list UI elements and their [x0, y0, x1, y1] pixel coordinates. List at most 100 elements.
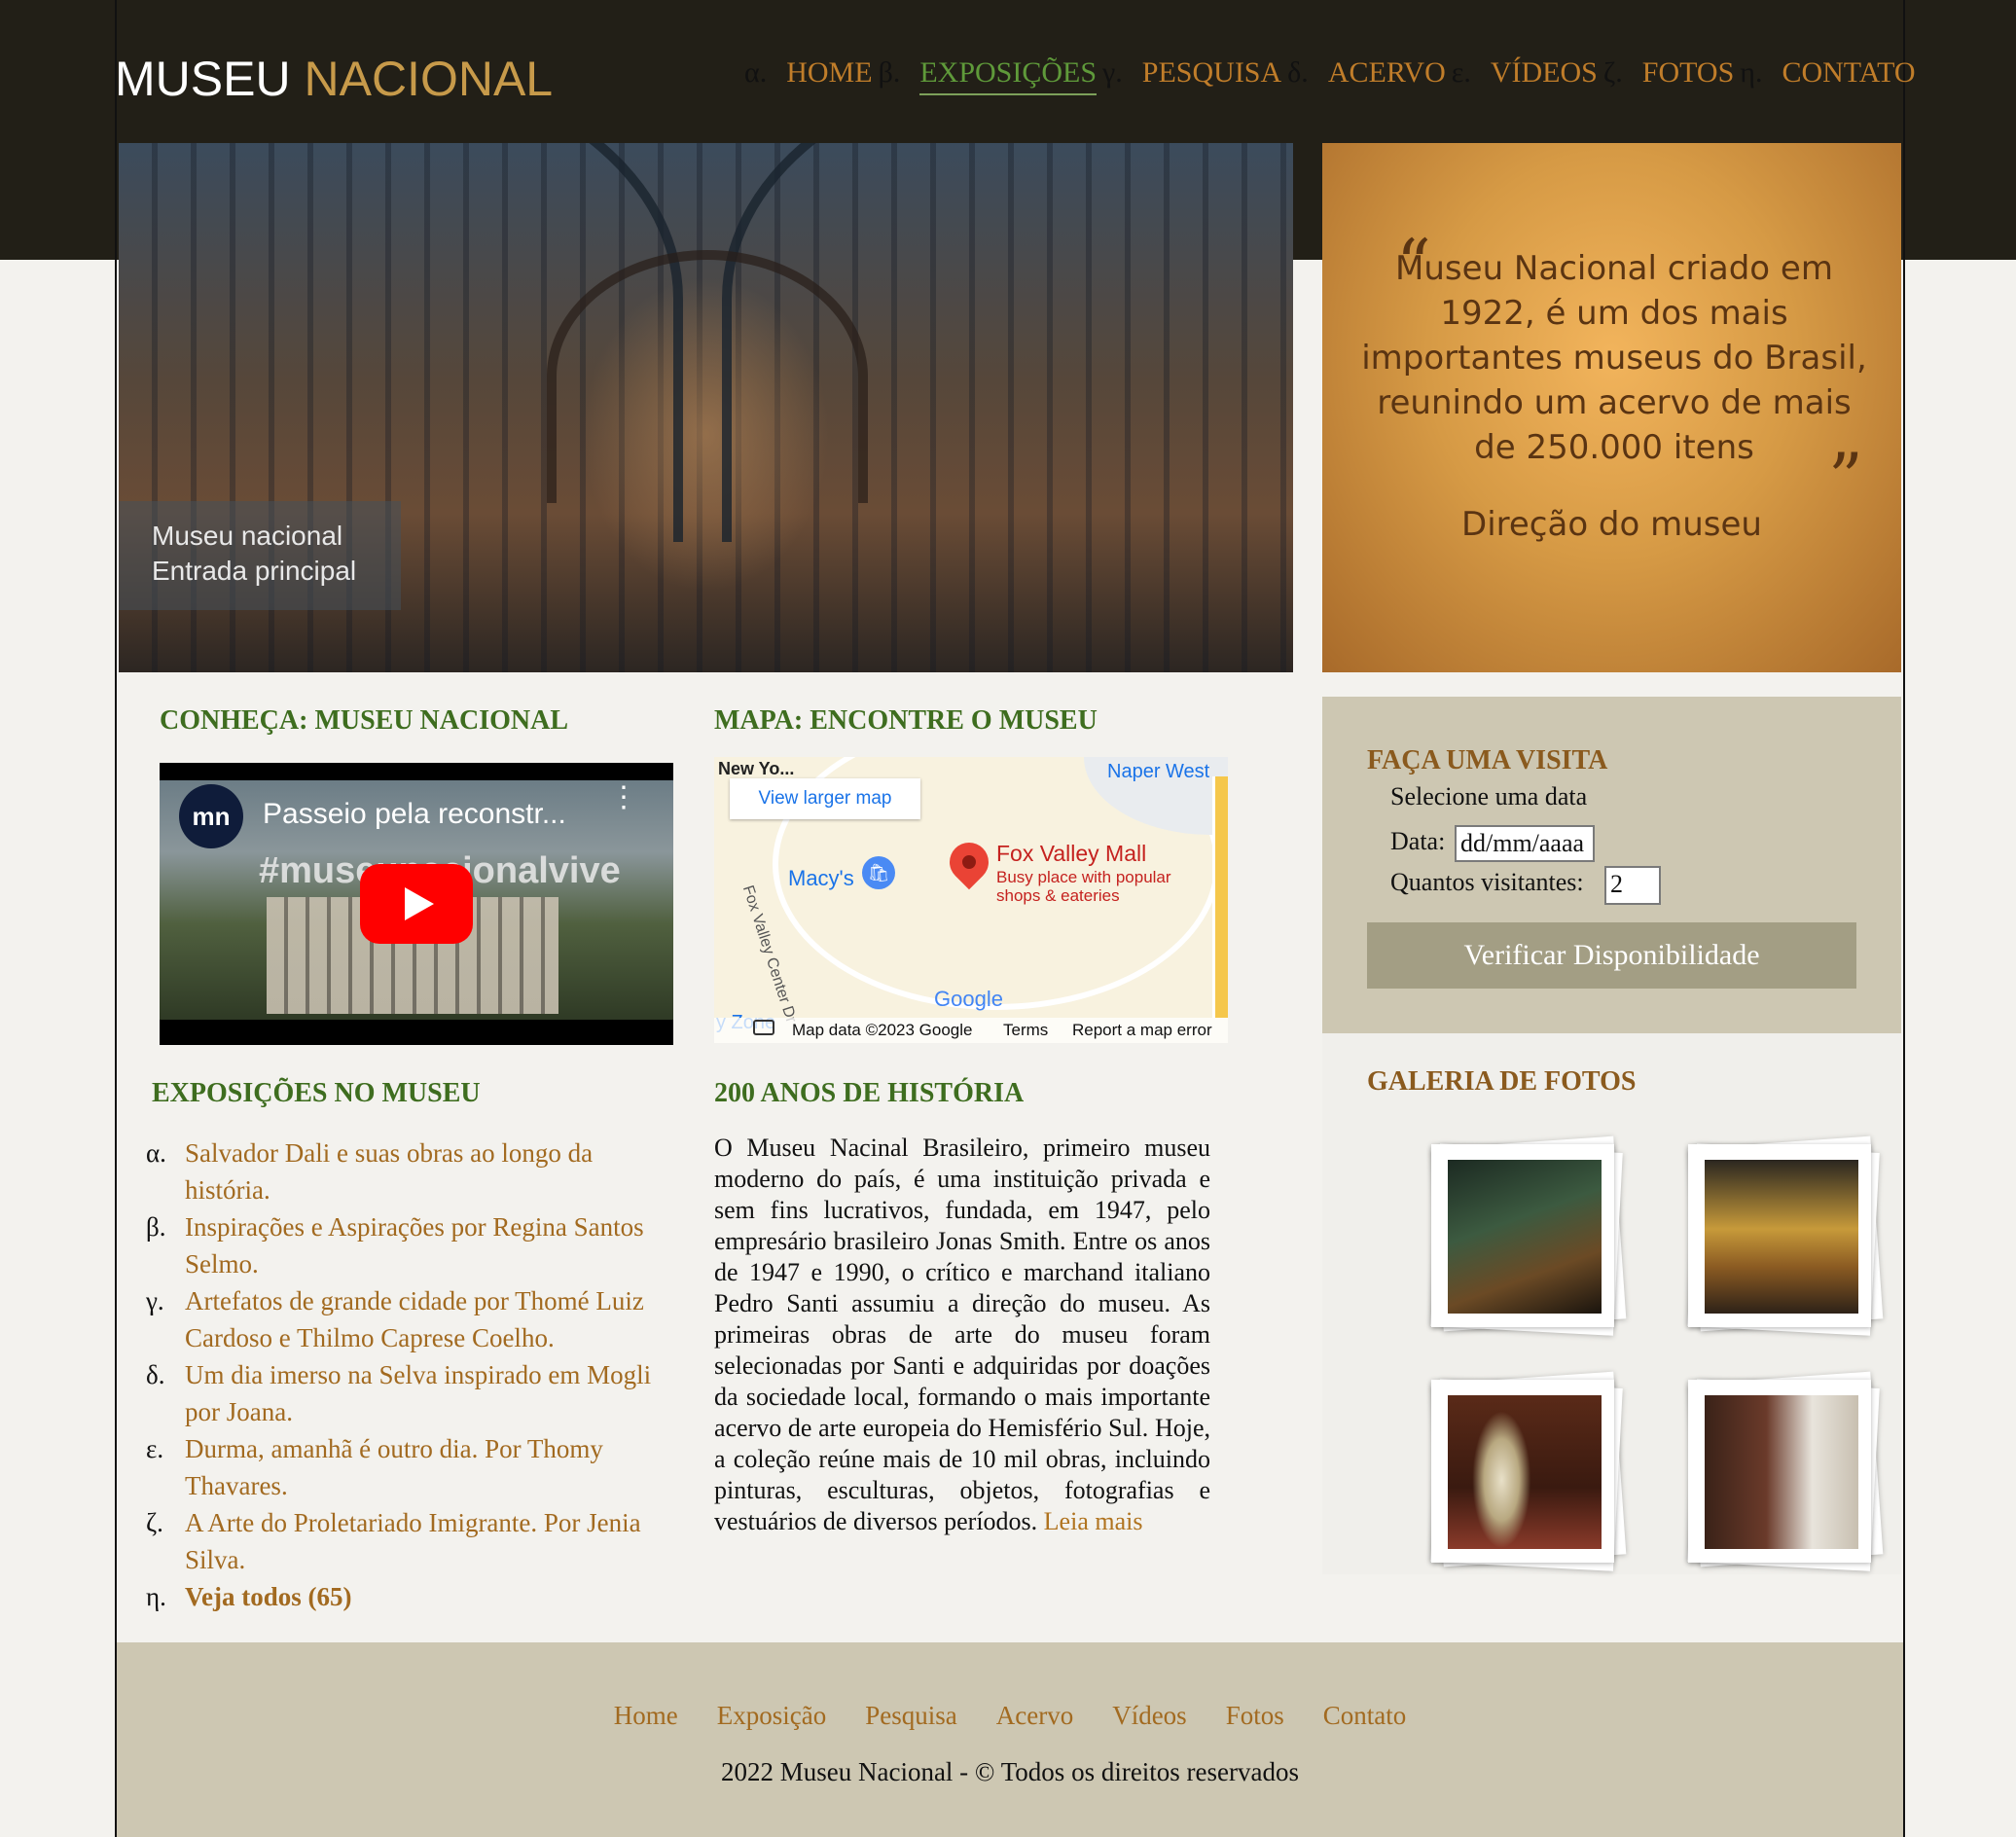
mapa-heading: MAPA: ENCONTRE O MUSEU	[714, 705, 1098, 736]
date-label: Data:	[1390, 827, 1446, 855]
main-nav: α. HOME β. EXPOSIÇÕES γ. PESQUISA δ. ACERVO …	[744, 56, 1922, 95]
nav-item-exposicoes[interactable]: β. EXPOSIÇÕES	[879, 56, 1102, 95]
channel-avatar[interactable]: mn	[179, 784, 243, 848]
quote-author: Direção do museu	[1461, 505, 1762, 544]
footer: Home Exposição Pesquisa Acervo Vídeos Fo…	[117, 1642, 1903, 1837]
map-report-link[interactable]: Report a map error	[1072, 1021, 1212, 1040]
nav-link-fotos[interactable]: FOTOS	[1642, 56, 1734, 90]
gallery-photo-1[interactable]	[1430, 1135, 1627, 1336]
visitors-label: Quantos visitantes:	[1390, 868, 1584, 896]
hero-caption-line2: Entrada principal	[152, 556, 357, 586]
list-marker: ζ.	[146, 1508, 163, 1537]
footer-link-pesquisa[interactable]: Pesquisa	[865, 1701, 957, 1731]
embedded-map[interactable]: New Yo... Naper West View larger map Mac…	[714, 757, 1228, 1043]
historia-text: O Museu Nacinal Brasileiro, primeiro mus…	[714, 1134, 1210, 1535]
footer-link-fotos[interactable]: Fotos	[1226, 1701, 1284, 1731]
photo-frame	[1431, 1380, 1614, 1563]
exposicao-link[interactable]: Artefatos de grande cidade por Thomé Lui…	[185, 1286, 644, 1352]
map-terms-link[interactable]: Terms	[1003, 1021, 1048, 1040]
map-place-name[interactable]: Fox Valley Mall	[996, 841, 1146, 867]
exposicao-link[interactable]: Salvador Dali e suas obras ao longo da h…	[185, 1138, 593, 1205]
nav-item-fotos[interactable]: ζ. FOTOS	[1603, 56, 1740, 95]
select-date-label: Selecione uma data	[1390, 782, 1588, 810]
list-item[interactable]: δ. Um dia imerso na Selva inspirado em Mo…	[146, 1356, 652, 1430]
nav-link-contato[interactable]: CONTATO	[1782, 56, 1915, 90]
map-label-macys[interactable]: Macy's	[788, 866, 854, 891]
date-input[interactable]: dd/mm/aaaa	[1455, 825, 1595, 862]
historia-heading: 200 ANOS DE HISTÓRIA	[714, 1078, 1025, 1108]
nav-link-acervo[interactable]: ACERVO	[1328, 56, 1446, 90]
list-item[interactable]: β. Inspirações e Aspirações por Regina Sa…	[146, 1208, 652, 1282]
footer-nav: Home Exposição Pesquisa Acervo Vídeos Fo…	[117, 1701, 1903, 1731]
hero-caption-line1: Museu nacional	[152, 521, 343, 551]
conheca-heading: CONHEÇA: MUSEU NACIONAL	[160, 705, 569, 736]
photo-gallery: GALERIA DE FOTOS	[1322, 1033, 1901, 1574]
historia-text-block: O Museu Nacinal Brasileiro, primeiro mus…	[714, 1133, 1210, 1537]
nav-item-acervo[interactable]: δ. ACERVO	[1287, 56, 1452, 95]
video-player[interactable]: mn Passeio pela reconstr... ⋮ #museunaci…	[160, 763, 673, 1045]
nav-number: ζ.	[1602, 56, 1623, 89]
list-marker: β.	[146, 1212, 166, 1242]
exposicoes-heading: EXPOSIÇÕES NO MUSEU	[152, 1078, 481, 1108]
exposicao-link[interactable]: Inspirações e Aspirações por Regina Sant…	[185, 1212, 644, 1279]
visitors-input[interactable]: 2	[1604, 866, 1661, 905]
nav-number: ε.	[1451, 56, 1471, 89]
footer-link-home[interactable]: Home	[614, 1701, 678, 1731]
gallery-image	[1448, 1160, 1602, 1314]
keyboard-shortcuts-icon[interactable]	[753, 1020, 774, 1035]
nav-number: α.	[744, 56, 768, 89]
nav-number: γ.	[1102, 56, 1123, 89]
nav-item-videos[interactable]: ε. VÍDEOS	[1452, 56, 1603, 95]
hero-central-window	[547, 250, 868, 503]
list-item[interactable]: α. Salvador Dali e suas obras ao longo da…	[146, 1135, 652, 1208]
video-title[interactable]: Passeio pela reconstr...	[263, 798, 566, 831]
read-more-link[interactable]: Leia mais	[1044, 1507, 1143, 1535]
exposicoes-list: α. Salvador Dali e suas obras ao longo da…	[146, 1135, 652, 1615]
visit-heading: FAÇA UMA VISITA	[1367, 745, 1608, 775]
photo-frame	[1431, 1144, 1614, 1327]
list-item[interactable]: ε. Durma, amanhã é outro dia. Por Thomy T…	[146, 1430, 652, 1504]
hero-caption: Museu nacional Entrada principal	[119, 501, 401, 610]
footer-link-acervo[interactable]: Acervo	[996, 1701, 1073, 1731]
gallery-photo-4[interactable]	[1687, 1371, 1884, 1571]
gallery-image	[1448, 1395, 1602, 1549]
nav-link-exposicoes[interactable]: EXPOSIÇÕES	[919, 56, 1098, 95]
hero-image: Museu nacional Entrada principal	[119, 143, 1293, 672]
gallery-photo-2[interactable]	[1687, 1135, 1884, 1336]
nav-item-pesquisa[interactable]: γ. PESQUISA	[1102, 56, 1287, 95]
nav-item-contato[interactable]: η. CONTATO	[1740, 56, 1921, 95]
play-button[interactable]	[360, 864, 473, 944]
list-item[interactable]: γ. Artefatos de grande cidade por Thomé L…	[146, 1282, 652, 1356]
nav-link-home[interactable]: HOME	[786, 56, 872, 90]
footer-link-exposicao[interactable]: Exposição	[717, 1701, 826, 1731]
gallery-heading: GALERIA DE FOTOS	[1367, 1066, 1637, 1097]
exposicao-link[interactable]: Um dia imerso na Selva inspirado em Mogl…	[185, 1360, 651, 1426]
check-availability-button[interactable]: Verificar Disponibilidade	[1367, 922, 1856, 989]
footer-link-videos[interactable]: Vídeos	[1112, 1701, 1187, 1731]
logo-word-nacional: NACIONAL	[304, 52, 554, 106]
footer-link-contato[interactable]: Contato	[1323, 1701, 1407, 1731]
list-item[interactable]: η. Veja todos (65)	[146, 1578, 652, 1615]
copyright-text: 2022 Museu Nacional - © Todos os direito…	[720, 1757, 1300, 1786]
list-marker: ε.	[146, 1434, 164, 1463]
nav-number: η.	[1740, 56, 1763, 89]
more-options-icon[interactable]: ⋮	[609, 783, 638, 812]
map-highway	[1212, 776, 1228, 1018]
site-logo[interactable]: MUSEU NACIONAL	[115, 51, 553, 107]
view-larger-map-link[interactable]: View larger map	[730, 778, 920, 819]
map-label-top-left: New Yo...	[718, 759, 795, 778]
nav-link-videos[interactable]: VÍDEOS	[1491, 56, 1598, 90]
gallery-image	[1705, 1395, 1858, 1549]
nav-number: δ.	[1287, 56, 1309, 89]
map-label-top-right: Naper West	[1107, 761, 1210, 782]
nav-item-home[interactable]: α. HOME	[744, 56, 879, 95]
gallery-photo-3[interactable]	[1430, 1371, 1627, 1571]
exposicao-link[interactable]: Durma, amanhã é outro dia. Por Thomy Tha…	[185, 1434, 603, 1500]
nav-link-pesquisa[interactable]: PESQUISA	[1142, 56, 1281, 90]
see-all-link[interactable]: Veja todos (65)	[185, 1582, 352, 1611]
shopping-bag-icon[interactable]: 🛍	[862, 856, 895, 889]
list-item[interactable]: ζ. A Arte do Proletariado Imigrante. Por …	[146, 1504, 652, 1578]
visit-panel: FAÇA UMA VISITA Selecione uma data Data:…	[1322, 697, 1901, 1033]
exposicao-link[interactable]: A Arte do Proletariado Imigrante. Por Je…	[185, 1508, 641, 1574]
logo-word-museu: MUSEU	[115, 52, 291, 106]
